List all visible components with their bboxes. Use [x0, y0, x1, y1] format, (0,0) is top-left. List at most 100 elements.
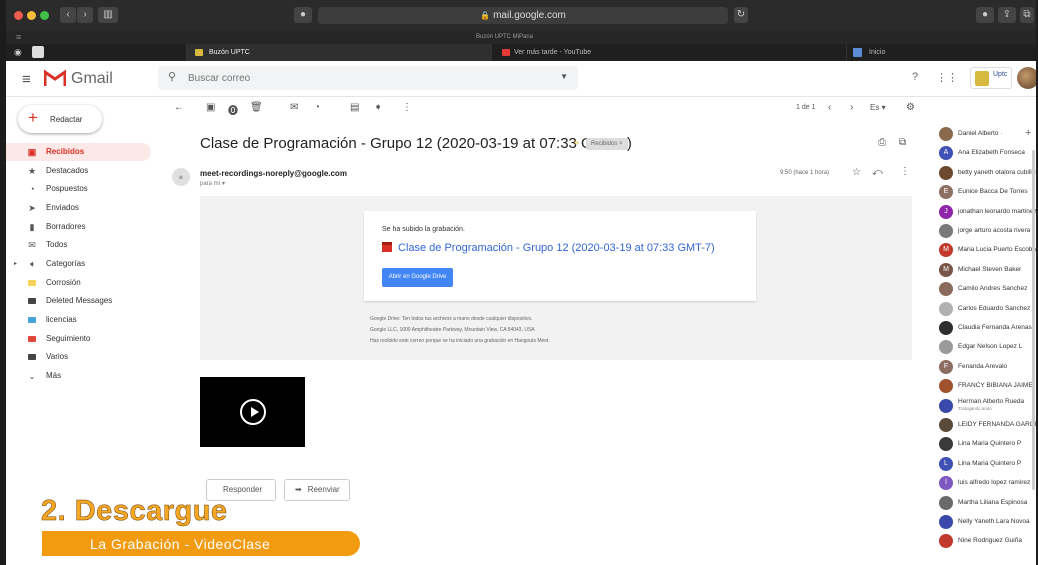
recipient-details[interactable]: para mí ▾ [200, 180, 225, 187]
sidebar-item-seguimiento[interactable]: Seguimiento [6, 330, 151, 348]
move-to-icon[interactable]: ▤ [350, 102, 359, 113]
contact-avatar [939, 534, 953, 549]
more-options-icon[interactable]: ⋮ [402, 102, 412, 113]
message-more-icon[interactable]: ⋮ [900, 166, 910, 177]
contact-item[interactable]: Nelly Yaneth Lara Novoa [939, 514, 1036, 530]
recording-link[interactable]: Clase de Programación - Grupo 12 (2020-0… [382, 242, 715, 254]
share-icon[interactable]: ⇪ [998, 7, 1016, 23]
main-menu-icon[interactable]: ≡ [22, 71, 31, 88]
archive-icon[interactable]: ▣ [206, 102, 215, 113]
report-spam-icon[interactable]: ⓿ [228, 102, 238, 117]
contact-item[interactable]: jorge arturo acosta rivera [939, 223, 1036, 239]
product-name[interactable]: Gmail [71, 70, 113, 88]
expand-arrow-icon[interactable]: ▸ [14, 255, 17, 273]
bookmark-items[interactable]: Buzón UPTC MiPana [476, 30, 533, 44]
contact-item[interactable]: FRANCY BIBIANA JAIME [939, 378, 1036, 394]
inbox-label-chip[interactable]: Recibidos × [586, 138, 628, 150]
contact-item[interactable]: Carlos Eduardo Sanchez [939, 301, 1036, 317]
close-window-icon[interactable] [14, 11, 23, 20]
sidebar-item-pospuestos[interactable]: ◔ Pospuestos [6, 180, 151, 198]
reply-icon[interactable]: ⤺ [872, 167, 883, 178]
contact-item[interactable]: betty yaneth otalora cubillos [939, 165, 1036, 181]
help-icon[interactable]: ? [912, 71, 918, 83]
back-icon[interactable]: ‹ [60, 7, 76, 23]
sidebar-item-borradores[interactable]: ▮ Borradores [6, 218, 151, 236]
sidebar-item-mas[interactable]: ⌄ Más [6, 367, 151, 385]
contact-item[interactable]: Herman Alberto Rueda Trabajando ando [939, 398, 1036, 414]
sidebar-item-varios[interactable]: Varios [6, 348, 151, 366]
tab-inicio[interactable]: Inicio [846, 44, 1036, 61]
search-box[interactable]: ⚲ ▼ [158, 66, 578, 90]
play-icon[interactable] [240, 399, 266, 425]
sidebar-toggle-icon[interactable]: ▥ [98, 7, 118, 23]
reload-icon[interactable]: ↻ [734, 7, 748, 23]
search-options-icon[interactable]: ▼ [560, 72, 568, 81]
tab-youtube[interactable]: Ver más tarde - YouTube [491, 44, 846, 61]
contact-item[interactable]: Camilo Andres Sanchez [939, 281, 1036, 297]
app-icon[interactable] [32, 46, 44, 58]
gmail-logo-icon[interactable] [44, 69, 66, 87]
important-marker-icon[interactable]: » [574, 137, 579, 147]
minimize-window-icon[interactable] [27, 11, 36, 20]
contact-item[interactable]: M Maria Lucia Puerto Escobar [939, 242, 1036, 258]
labels-icon[interactable]: ➧ [374, 102, 382, 113]
search-icon[interactable]: ⚲ [168, 70, 176, 83]
contact-item[interactable]: M Michael Steven Baker [939, 262, 1036, 278]
sidebar-item-licencias[interactable]: licencias [6, 311, 151, 329]
downloads-icon[interactable]: ● [976, 7, 994, 23]
contact-item[interactable]: Edgar Nelson Lopez L [939, 339, 1036, 355]
account-avatar[interactable] [1017, 67, 1036, 89]
sidebar-item-todos[interactable]: ✉ Todos [6, 236, 151, 254]
sidebar-item-enviados[interactable]: ➤ Enviados [6, 199, 151, 217]
menu-icon[interactable]: ≡ [16, 30, 21, 44]
contact-item[interactable]: Daniel Alberto · [939, 126, 1036, 142]
contact-item[interactable]: LEIDY FERNANDA GARCIA [939, 417, 1036, 433]
contact-item[interactable]: l luis alfredo lopez ramirez [939, 475, 1036, 491]
older-icon[interactable]: › [850, 102, 853, 113]
snooze-icon[interactable]: ◔ [314, 102, 320, 113]
search-input[interactable] [188, 69, 528, 87]
mark-unread-icon[interactable]: ✉ [290, 102, 298, 113]
sender-address[interactable]: meet-recordings-noreply@google.com [200, 169, 347, 178]
video-thumbnail[interactable] [200, 377, 305, 447]
tab-group-icon[interactable]: ◉ [14, 47, 22, 58]
calendar-icon [382, 242, 392, 252]
print-icon[interactable]: ⎙ [878, 137, 886, 148]
contact-item[interactable]: F Fenanda Arevalo [939, 359, 1036, 375]
delete-icon[interactable]: 🗑 [250, 102, 263, 113]
new-tab-icon[interactable]: ⧉ [1020, 7, 1034, 23]
sidebar-item-destacados[interactable]: ★ Destacados [6, 162, 151, 180]
contact-item[interactable]: L Lina Maria Quintero P [939, 456, 1036, 472]
open-new-window-icon[interactable]: ⧉ [899, 137, 906, 148]
maximize-window-icon[interactable] [40, 11, 49, 20]
sidebar-item-corrosion[interactable]: Corrosión [6, 274, 151, 292]
forward-button[interactable]: ➡ Reenviar [284, 479, 350, 501]
sidebar-item-deleted-messages[interactable]: Deleted Messages [6, 292, 151, 310]
back-to-inbox-icon[interactable]: ← [174, 102, 184, 113]
language-menu[interactable]: Es ▾ [870, 103, 886, 112]
contact-item[interactable]: Nine Rodriguez Guiña [939, 533, 1036, 549]
address-bar[interactable]: 🔒 mail.google.com [318, 7, 728, 24]
contact-item[interactable]: Martha Liliana Espinosa [939, 495, 1036, 511]
contact-avatar [939, 418, 953, 432]
add-contact-icon[interactable]: + [1025, 127, 1031, 139]
forward-icon[interactable]: › [77, 7, 93, 23]
privacy-shield-icon[interactable]: ● [294, 7, 312, 23]
star-icon[interactable]: ☆ [852, 167, 861, 178]
contacts-scrollbar[interactable] [1032, 150, 1035, 490]
contact-avatar [939, 282, 953, 297]
contact-item[interactable]: E Eunice Bacca De Torres [939, 184, 1036, 200]
contact-item[interactable]: Lina Maria Quintero P [939, 436, 1036, 452]
contact-item[interactable]: Claudia Fernanda Arenas [939, 320, 1036, 336]
contact-item[interactable]: Jjonathan leonardo martinez [939, 204, 1036, 220]
sidebar-item-recibidos[interactable]: ▣ Recibidos [6, 143, 151, 161]
open-in-drive-button[interactable]: Abrir en Google Drive [382, 268, 453, 287]
tab-buzon-uptc[interactable]: Buzón UPTC [186, 44, 491, 61]
apps-grid-icon[interactable]: ⋮⋮ [936, 71, 958, 84]
compose-button[interactable]: + Redactar [18, 105, 102, 133]
sidebar-item-categorias[interactable]: ▸ ➧ Categorías [6, 255, 151, 273]
newer-icon[interactable]: ‹ [828, 102, 831, 113]
settings-gear-icon[interactable]: ⚙ [906, 102, 915, 113]
contact-item[interactable]: A Ana Elizabeth Fonseca [939, 145, 1036, 161]
institution-badge[interactable]: Uptc [970, 67, 1012, 89]
